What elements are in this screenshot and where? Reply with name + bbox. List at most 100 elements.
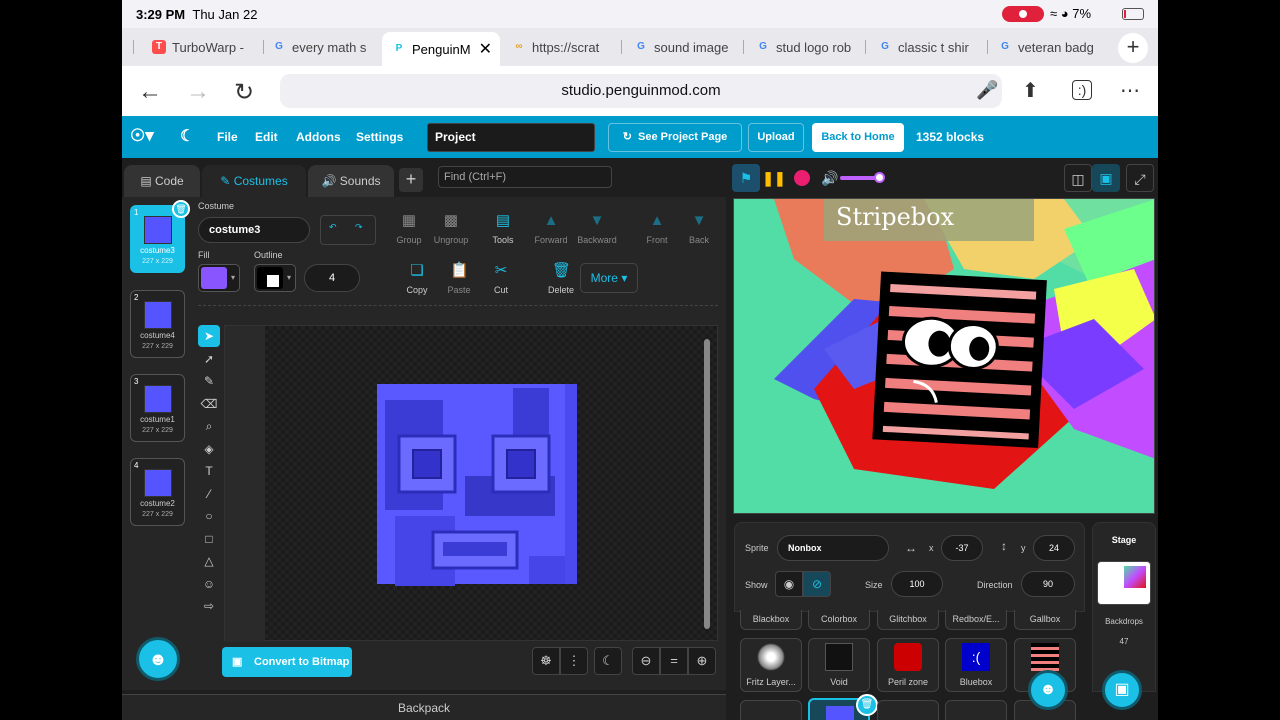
tab-sounds[interactable]: 🔊 Sounds — [308, 165, 394, 197]
paste-button[interactable]: 📋 Paste — [436, 263, 482, 296]
stage-selector[interactable]: Stage Backdrops 47 — [1092, 522, 1156, 692]
extension-icon[interactable]: :) — [1072, 80, 1092, 100]
sprite-tile-label[interactable]: Redbox/E... — [945, 610, 1007, 630]
back-to-home-button[interactable]: Back to Home — [812, 123, 904, 152]
front-button[interactable]: ▲ Front — [634, 213, 680, 246]
copy-button[interactable]: ❏ Copy — [394, 263, 440, 296]
fill-color-picker[interactable]: ▾ — [198, 264, 240, 292]
tab-costumes[interactable]: ✎ Costumes — [202, 165, 306, 197]
arrow-tool-icon[interactable]: ⇨ — [198, 595, 220, 617]
eraser-tool-icon[interactable]: ⌫ — [198, 393, 220, 415]
large-stage-icon[interactable]: ▣ — [1092, 164, 1120, 192]
onion-skin-icon[interactable]: ☸ — [532, 647, 560, 675]
sprite-tile[interactable]: Void — [808, 638, 870, 692]
see-project-page-button[interactable]: ↻ See Project Page — [608, 123, 742, 152]
costume-name-input[interactable]: costume3 — [198, 217, 310, 243]
sprite-name-input[interactable]: Nonbox — [777, 535, 889, 561]
costume-item[interactable]: 2 costume4 227 x 229 — [130, 290, 185, 358]
delete-costume-icon[interactable]: 🗑 — [172, 200, 190, 218]
tab-code[interactable]: ▤ Code — [124, 165, 200, 197]
forward-button[interactable]: ▲ Forward — [528, 213, 574, 246]
zoom-reset-icon[interactable]: = — [660, 647, 688, 675]
menu-edit[interactable]: Edit — [255, 130, 278, 144]
language-globe-icon[interactable]: ☉▾ — [130, 126, 154, 146]
line-tool-icon[interactable]: ⁄ — [198, 483, 220, 505]
sprite-tile[interactable] — [740, 700, 802, 720]
circle-tool-icon[interactable]: ○ — [198, 505, 220, 527]
theme-moon-icon[interactable]: ☾ — [180, 126, 194, 146]
costume-item[interactable]: 3 costume1 227 x 229 — [130, 374, 185, 442]
browser-tab-penguinmod[interactable]: P PenguinM ✕ — [382, 32, 500, 66]
browser-tab-google[interactable]: Gstud logo rob — [746, 32, 866, 62]
outline-width-input[interactable]: 4 — [304, 264, 360, 292]
microphone-icon[interactable]: 🎤 — [976, 80, 998, 101]
share-icon[interactable]: ⬆ — [1022, 78, 1039, 103]
costume-item[interactable]: 4 costume2 227 x 229 — [130, 458, 185, 526]
browser-tab-google[interactable]: Gevery math s — [262, 32, 382, 62]
brush-tool-icon[interactable]: ✎ — [198, 370, 220, 392]
dark-mode-icon[interactable]: ☾ — [594, 647, 622, 675]
back-button[interactable]: ▼ Back — [676, 213, 722, 246]
forward-arrow-icon[interactable]: → — [186, 78, 210, 106]
menu-file[interactable]: File — [217, 130, 238, 144]
fullscreen-icon[interactable]: ⤢ — [1126, 164, 1154, 192]
sprite-tile[interactable] — [877, 700, 939, 720]
reshape-tool-icon[interactable]: ➚ — [198, 348, 220, 370]
more-options-icon[interactable]: ⋯ — [1120, 78, 1140, 103]
select-tool-icon[interactable]: ➤ — [198, 325, 220, 347]
sprite-tile-label[interactable]: Blackbox — [740, 610, 802, 630]
paint-canvas[interactable] — [224, 325, 718, 642]
zoom-out-icon[interactable]: ⊖ — [632, 647, 660, 675]
stop-icon[interactable] — [788, 164, 816, 192]
redo-icon[interactable]: ↷ — [355, 222, 363, 233]
sticker-tool-icon[interactable]: ☺ — [198, 573, 220, 595]
zoom-in-icon[interactable]: ⊕ — [688, 647, 716, 675]
grid-icon[interactable]: ⋮ — [560, 647, 588, 675]
sprite-tile[interactable]: Peril zone — [877, 638, 939, 692]
new-tab-button[interactable]: + — [1118, 33, 1148, 63]
show-sprite-icon[interactable]: ◉ — [775, 571, 803, 597]
sprite-tile-label[interactable]: Glitchbox — [877, 610, 939, 630]
browser-tab-google[interactable]: Gsound image — [624, 32, 744, 62]
small-stage-icon[interactable]: ◫ — [1064, 164, 1092, 192]
sprite-tile[interactable]: :(Bluebox — [945, 638, 1007, 692]
menu-addons[interactable]: Addons — [296, 130, 341, 144]
sprite-tile-label[interactable]: Colorbox — [808, 610, 870, 630]
browser-tab-google[interactable]: Gveteran badg — [988, 32, 1102, 62]
eyedropper-tool-icon[interactable]: ⌕ — [198, 415, 220, 437]
delete-button[interactable]: 🗑 Delete — [538, 263, 584, 296]
volume-slider-thumb[interactable] — [874, 172, 885, 183]
add-backdrop-button[interactable]: ▣ — [1102, 670, 1142, 710]
group-button[interactable]: ▦ Group — [386, 213, 432, 246]
find-input[interactable]: Find (Ctrl+F) — [438, 166, 612, 188]
sprite-tile-label[interactable]: Gallbox — [1014, 610, 1076, 630]
direction-input[interactable]: 90 — [1021, 571, 1075, 597]
pause-icon[interactable]: ❚❚ — [760, 164, 788, 192]
fill-tool-icon[interactable]: ◈ — [198, 438, 220, 460]
screen-recording-indicator[interactable] — [1002, 6, 1044, 22]
close-tab-icon[interactable]: ✕ — [479, 39, 492, 59]
add-sprite-button[interactable]: ☻ — [1028, 670, 1068, 710]
green-flag-icon[interactable]: ⚑ — [732, 164, 760, 192]
x-position-input[interactable]: -37 — [941, 535, 983, 561]
add-extension-button[interactable]: + — [399, 168, 423, 192]
convert-to-bitmap-button[interactable]: ▣ Convert to Bitmap — [222, 647, 352, 677]
ungroup-button[interactable]: ▩ Ungroup — [428, 213, 474, 246]
sprite-tile[interactable] — [945, 700, 1007, 720]
y-position-input[interactable]: 24 — [1033, 535, 1075, 561]
canvas-scrollbar[interactable] — [704, 339, 710, 629]
outline-color-picker[interactable]: ▾ — [254, 264, 296, 292]
add-costume-button[interactable]: ☻ — [136, 637, 180, 681]
reload-icon[interactable]: ↻ — [234, 78, 254, 107]
size-input[interactable]: 100 — [891, 571, 943, 597]
rectangle-tool-icon[interactable]: □ — [198, 528, 220, 550]
browser-tab-scratch[interactable]: ∞ https://scrat — [502, 32, 622, 62]
undo-icon[interactable]: ↶ — [329, 222, 337, 233]
cut-button[interactable]: ✂ Cut — [478, 263, 524, 296]
browser-tab-partial[interactable] — [122, 32, 134, 62]
delete-sprite-icon[interactable]: 🗑 — [856, 694, 878, 716]
triangle-tool-icon[interactable]: △ — [198, 550, 220, 572]
hide-sprite-icon[interactable]: ⊘ — [803, 571, 831, 597]
backward-button[interactable]: ▼ Backward — [574, 213, 620, 246]
browser-tab-google[interactable]: Gclassic t shir — [868, 32, 988, 62]
